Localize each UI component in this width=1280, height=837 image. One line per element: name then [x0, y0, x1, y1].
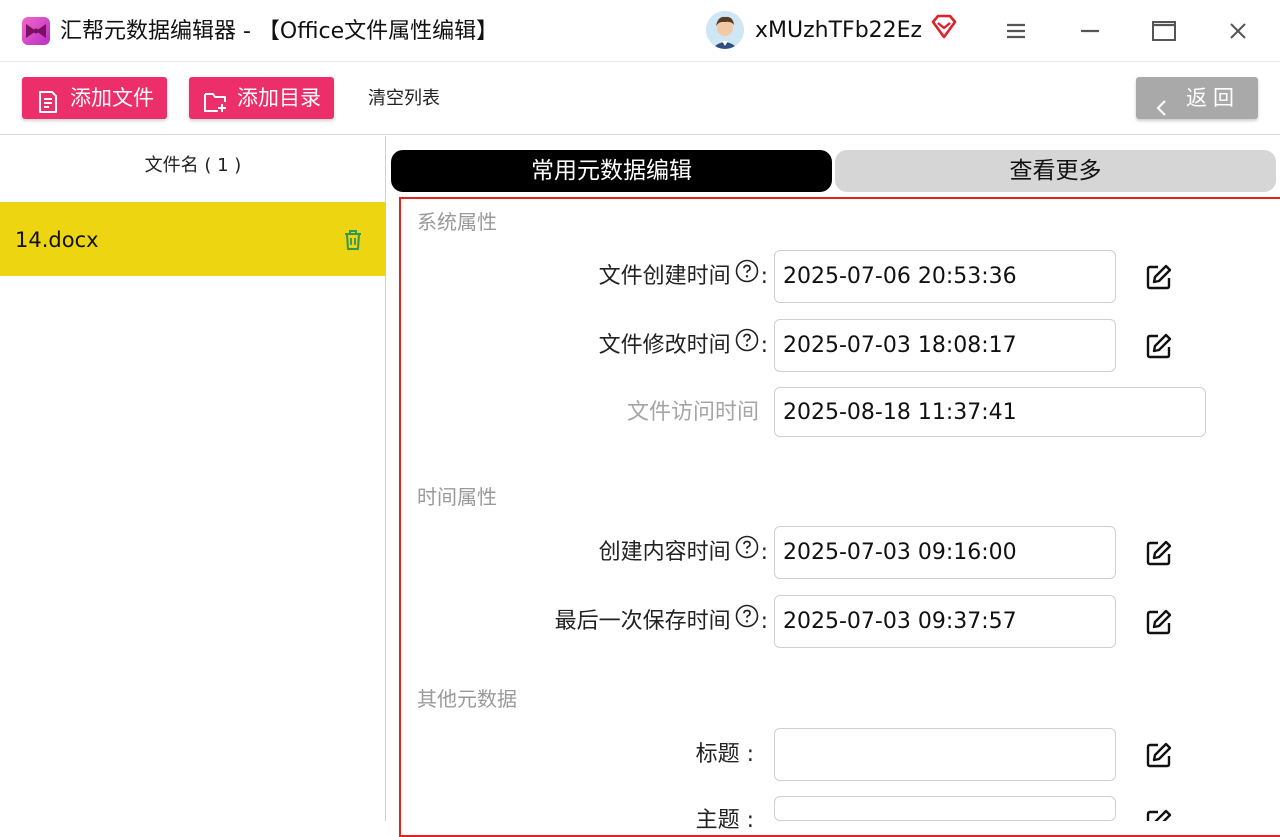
file-modified-input[interactable]	[774, 319, 1116, 372]
file-list-header: 文件名 ( 1 )	[144, 155, 242, 176]
file-modified-label: 文件修改时间:	[598, 328, 768, 361]
last-saved-input[interactable]	[774, 595, 1116, 648]
back-button[interactable]: 返回	[1136, 77, 1258, 119]
question-help-icon[interactable]	[735, 604, 759, 637]
file-created-label-text: 文件创建时间	[598, 264, 731, 289]
back-label: 返回	[1186, 86, 1240, 110]
question-help-icon[interactable]	[735, 328, 759, 361]
edit-icon[interactable]	[1145, 608, 1173, 640]
edit-icon[interactable]	[1145, 263, 1173, 295]
close-icon[interactable]	[1222, 15, 1254, 47]
subject-label: 主题 :	[695, 808, 754, 833]
section-title-other: 其他元数据	[417, 687, 517, 711]
edit-icon[interactable]	[1145, 808, 1173, 821]
app-title: 汇帮元数据编辑器 - 【Office文件属性编辑】	[60, 19, 499, 44]
folder-add-icon	[203, 86, 229, 128]
edit-icon[interactable]	[1145, 741, 1173, 773]
file-modified-label-text: 文件修改时间	[598, 333, 731, 358]
file-accessed-label: 文件访问时间	[626, 400, 759, 425]
question-help-icon[interactable]	[735, 259, 759, 292]
edit-icon[interactable]	[1145, 332, 1173, 364]
trash-icon[interactable]	[342, 228, 364, 256]
file-name: 14.docx	[15, 228, 99, 252]
file-list-panel: 文件名 ( 1 ) 14.docx	[0, 136, 386, 821]
chevron-left-icon	[1154, 89, 1168, 131]
clear-list-button[interactable]: 清空列表	[368, 87, 440, 111]
avatar[interactable]	[706, 11, 744, 49]
add-directory-button[interactable]: 添加目录	[189, 77, 334, 119]
section-title-time: 时间属性	[417, 485, 497, 509]
file-created-label: 文件创建时间:	[598, 259, 768, 292]
file-created-input[interactable]	[774, 250, 1116, 303]
last-saved-label-text: 最后一次保存时间	[554, 609, 731, 634]
content-created-label-text: 创建内容时间	[598, 540, 731, 565]
username[interactable]: xMUzhTFb22Ez	[755, 16, 922, 46]
title-label: 标题 :	[695, 742, 754, 767]
title-bar: 汇帮元数据编辑器 - 【Office文件属性编辑】 xMUzhTFb22Ez	[0, 0, 1280, 62]
content-created-label: 创建内容时间:	[598, 535, 768, 568]
toolbar: 添加文件 添加目录 清空列表 返回	[0, 62, 1280, 135]
add-file-button[interactable]: 添加文件	[22, 77, 167, 119]
add-file-label: 添加文件	[70, 86, 154, 110]
document-list-icon	[36, 86, 60, 128]
content-created-input[interactable]	[774, 526, 1116, 579]
diamond-vip-icon[interactable]	[930, 14, 958, 44]
section-title-system: 系统属性	[417, 210, 497, 234]
tab-common-metadata[interactable]: 常用元数据编辑	[391, 150, 832, 192]
menu-icon[interactable]	[1000, 15, 1032, 47]
tab-view-more[interactable]: 查看更多	[835, 150, 1276, 192]
minimize-icon[interactable]	[1074, 15, 1106, 47]
question-help-icon[interactable]	[735, 535, 759, 568]
subject-input[interactable]	[774, 796, 1116, 821]
last-saved-label: 最后一次保存时间:	[554, 604, 768, 637]
add-directory-label: 添加目录	[237, 86, 321, 110]
title-input[interactable]	[774, 728, 1116, 781]
maximize-icon[interactable]	[1148, 15, 1180, 47]
bowtie-logo-icon	[22, 17, 50, 45]
edit-icon[interactable]	[1145, 539, 1173, 571]
file-accessed-input[interactable]	[774, 387, 1206, 437]
list-item[interactable]: 14.docx	[0, 202, 386, 276]
